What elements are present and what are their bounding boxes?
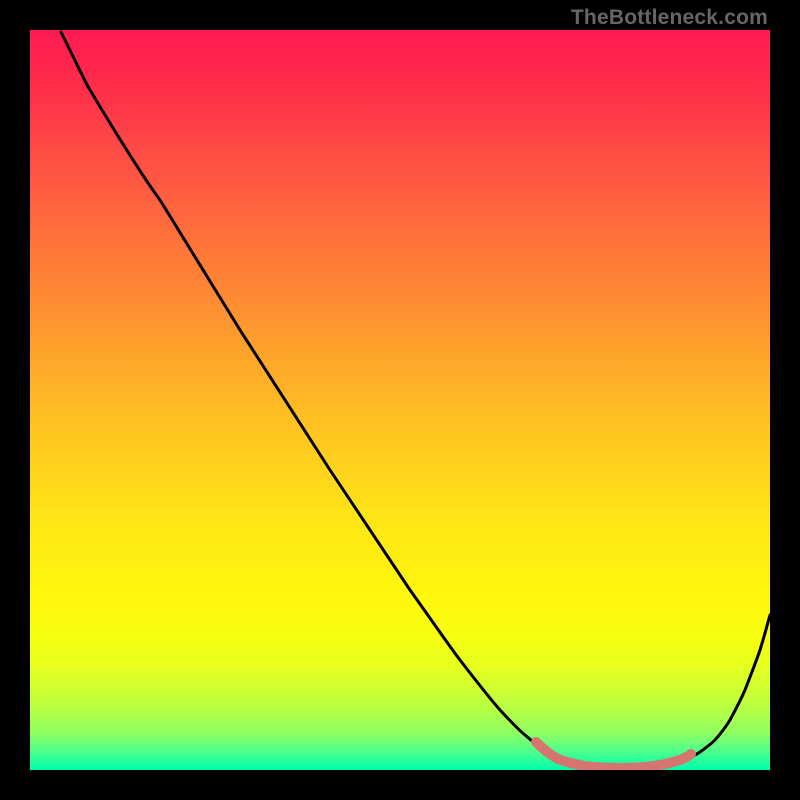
chart-frame: TheBottleneck.com — [0, 0, 800, 800]
watermark-text: TheBottleneck.com — [571, 6, 768, 30]
plot-area — [30, 30, 770, 770]
gradient-background — [30, 30, 770, 770]
